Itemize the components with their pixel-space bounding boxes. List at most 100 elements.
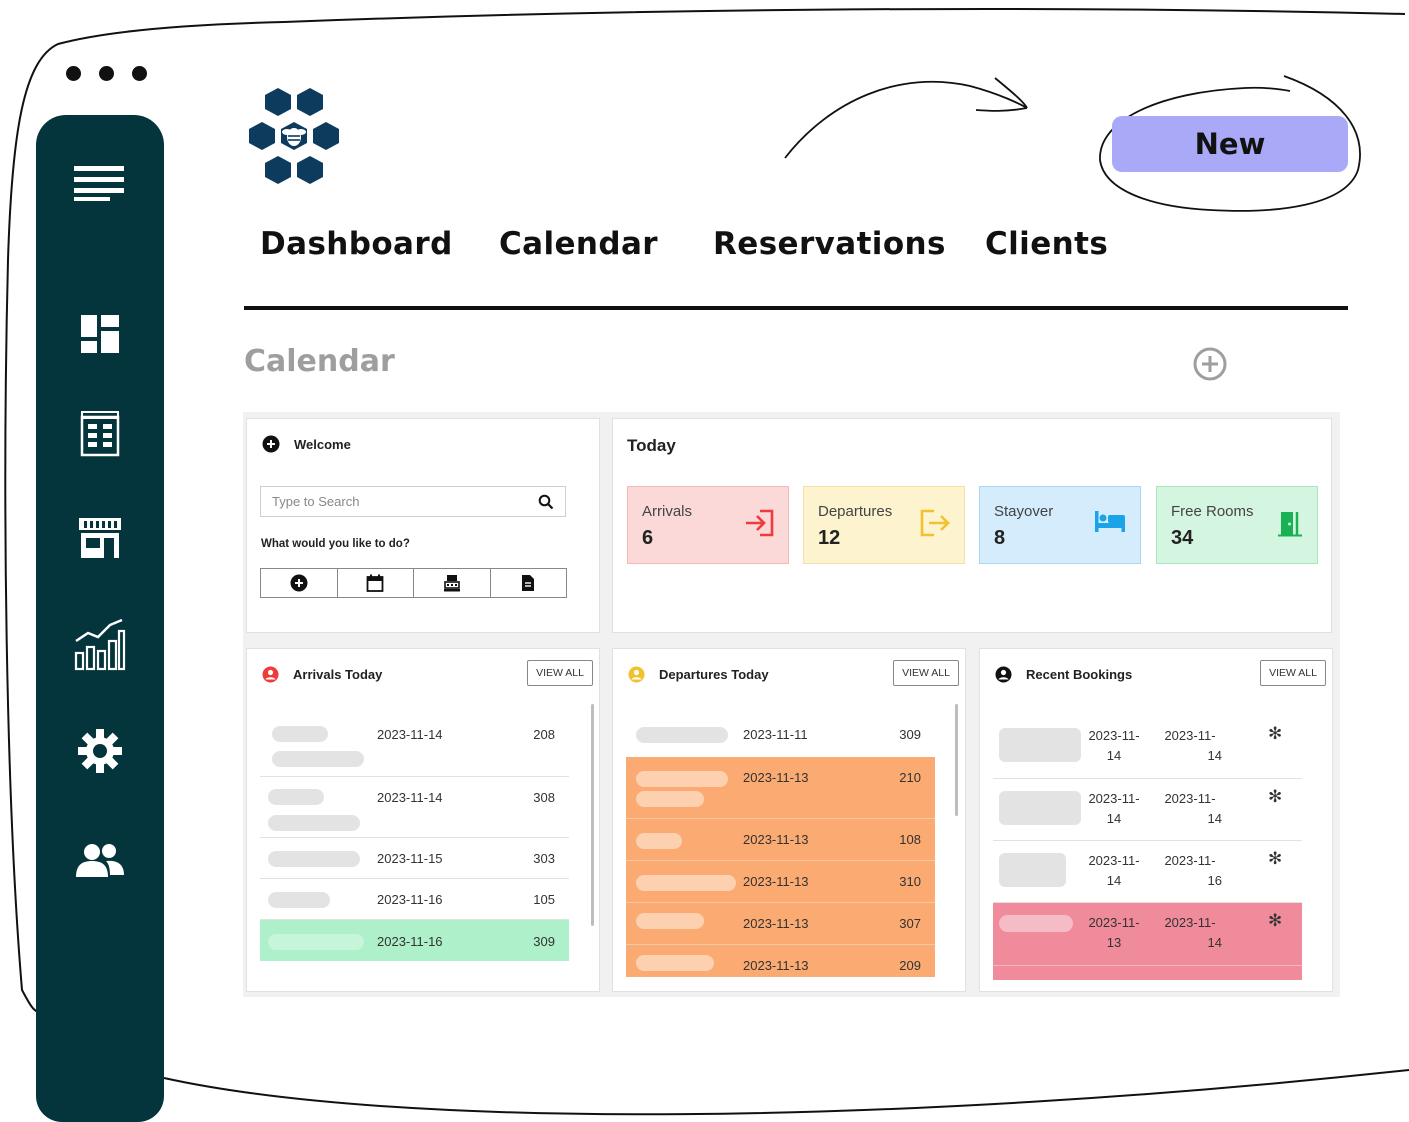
quick-calendar-button[interactable] bbox=[338, 569, 414, 597]
snowflake-icon[interactable]: ✻ bbox=[1268, 787, 1282, 807]
stat-stayover[interactable]: Stayover 8 bbox=[979, 486, 1141, 564]
nav-reservations[interactable]: Reservations bbox=[713, 226, 946, 262]
arrivals-row[interactable]: 2023-11-14 208 bbox=[260, 716, 569, 777]
date-part: 14 bbox=[1207, 935, 1222, 950]
date-part: 2023-11- bbox=[1164, 791, 1216, 806]
departures-row-highlighted[interactable]: 2023-11-13 210 bbox=[626, 757, 935, 819]
bed-icon bbox=[1095, 511, 1125, 532]
departures-row[interactable]: 2023-11-11 309 bbox=[626, 716, 935, 757]
arrival-date: 2023-11-15 bbox=[377, 851, 443, 866]
departure-date: 2023-11-13 bbox=[743, 770, 809, 785]
booking-row[interactable]: 2023-11- 14 2023-11- 16 ✻ bbox=[993, 841, 1302, 903]
sidebar bbox=[36, 115, 164, 1122]
stat-label: Departures bbox=[818, 503, 893, 520]
nav-divider bbox=[244, 306, 1348, 310]
booking-row-highlighted[interactable]: 2023-11- 13 2023-11- 14 ✻ bbox=[993, 903, 1302, 966]
settings-icon[interactable] bbox=[36, 729, 164, 773]
departures-row-highlighted[interactable]: 2023-11-13 108 bbox=[626, 819, 935, 861]
guest-name-redacted bbox=[999, 853, 1066, 887]
booking-from-date: 2023-11- 13 bbox=[1082, 913, 1146, 953]
bookings-view-all-button[interactable]: VIEW ALL bbox=[1260, 660, 1326, 686]
snowflake-icon[interactable]: ✻ bbox=[1268, 911, 1282, 931]
user-circle-icon bbox=[628, 666, 645, 683]
today-card: Today Arrivals 6 Departures 12 Stayover … bbox=[612, 418, 1332, 633]
guest-name-redacted bbox=[636, 791, 704, 807]
stat-label: Stayover bbox=[994, 503, 1054, 520]
snowflake-icon[interactable]: ✻ bbox=[1268, 849, 1282, 869]
arrivals-scrollbar[interactable] bbox=[591, 704, 594, 926]
todo-prompt: What would you like to do? bbox=[261, 538, 410, 550]
date-part: 2023-11- bbox=[1164, 728, 1216, 743]
booking-to-date: 2023-11- 14 bbox=[1158, 789, 1222, 829]
booking-row[interactable]: 2023-11- 14 2023-11- 14 ✻ bbox=[993, 716, 1302, 779]
stat-label: Free Rooms bbox=[1171, 503, 1254, 520]
arrivals-row-highlighted[interactable]: 2023-11-16 309 bbox=[260, 920, 569, 961]
guest-name-redacted bbox=[636, 727, 728, 743]
calendar-icon bbox=[366, 574, 384, 592]
room-number: 210 bbox=[899, 770, 921, 785]
arrivals-row[interactable]: 2023-11-14 308 bbox=[260, 777, 569, 838]
date-part: 13 bbox=[1106, 935, 1122, 950]
door-icon bbox=[1278, 512, 1302, 537]
room-number: 310 bbox=[899, 874, 921, 889]
arrivals-card: Arrivals Today VIEW ALL 2023-11-14 208 2… bbox=[246, 648, 600, 992]
stat-free-rooms[interactable]: Free Rooms 34 bbox=[1156, 486, 1318, 564]
arrivals-list: 2023-11-14 208 2023-11-14 308 2023-11-15… bbox=[260, 716, 569, 961]
users-icon[interactable] bbox=[36, 843, 164, 877]
stat-arrivals[interactable]: Arrivals 6 bbox=[627, 486, 789, 564]
arrivals-row[interactable]: 2023-11-16 105 bbox=[260, 879, 569, 920]
logout-icon bbox=[920, 509, 950, 537]
booking-row[interactable]: 2023-11- 14 2023-11- 14 ✻ bbox=[993, 779, 1302, 841]
departure-date: 2023-11-13 bbox=[743, 832, 809, 847]
date-part: 14 bbox=[1106, 873, 1122, 888]
arrivals-view-all-button[interactable]: VIEW ALL bbox=[527, 660, 593, 686]
booking-row-highlighted[interactable] bbox=[993, 966, 1302, 980]
departures-row-highlighted[interactable]: 2023-11-13 209 bbox=[626, 945, 935, 977]
quick-add-button[interactable] bbox=[261, 569, 338, 597]
nav-dashboard[interactable]: Dashboard bbox=[260, 226, 453, 262]
guest-name-redacted bbox=[268, 851, 360, 867]
snowflake-icon[interactable]: ✻ bbox=[1268, 724, 1282, 744]
nav-clients[interactable]: Clients bbox=[985, 226, 1108, 262]
arrivals-row[interactable]: 2023-11-15 303 bbox=[260, 838, 569, 879]
dashboard-icon[interactable] bbox=[36, 315, 164, 353]
user-circle-icon bbox=[262, 666, 279, 683]
guest-name-redacted bbox=[999, 728, 1081, 762]
new-button[interactable]: New bbox=[1112, 116, 1348, 172]
nav-calendar[interactable]: Calendar bbox=[499, 226, 658, 262]
booking-to-date: 2023-11- 16 bbox=[1158, 851, 1222, 891]
stat-value: 12 bbox=[818, 527, 841, 549]
bookings-header: Recent Bookings bbox=[995, 666, 1132, 683]
departures-row-highlighted[interactable]: 2023-11-13 310 bbox=[626, 861, 935, 903]
departures-scrollbar[interactable] bbox=[955, 704, 958, 816]
departures-row-highlighted[interactable]: 2023-11-13 307 bbox=[626, 903, 935, 945]
date-part: 2023-11- bbox=[1088, 791, 1140, 806]
welcome-header: Welcome bbox=[262, 435, 351, 453]
search-input[interactable] bbox=[272, 494, 502, 509]
date-part: 14 bbox=[1207, 748, 1222, 763]
booking-from-date: 2023-11- 14 bbox=[1082, 851, 1146, 891]
add-circle-icon[interactable] bbox=[1192, 346, 1228, 387]
guest-name-redacted bbox=[999, 791, 1081, 825]
departure-date: 2023-11-13 bbox=[743, 916, 809, 931]
arrival-date: 2023-11-16 bbox=[377, 934, 443, 949]
stat-departures[interactable]: Departures 12 bbox=[803, 486, 965, 564]
building-icon[interactable] bbox=[36, 411, 164, 457]
search-icon[interactable] bbox=[538, 494, 554, 510]
quick-document-button[interactable] bbox=[491, 569, 567, 597]
guest-name-redacted bbox=[272, 726, 328, 742]
stat-value: 34 bbox=[1171, 527, 1194, 549]
guest-name-redacted bbox=[999, 915, 1073, 932]
departures-header: Departures Today bbox=[628, 666, 769, 683]
guest-name-redacted bbox=[268, 934, 364, 950]
search-box bbox=[260, 486, 566, 517]
arrivals-title: Arrivals Today bbox=[293, 667, 383, 682]
room-number: 307 bbox=[899, 916, 921, 931]
analytics-icon[interactable] bbox=[36, 617, 164, 671]
store-icon[interactable] bbox=[36, 517, 164, 559]
date-part: 14 bbox=[1207, 811, 1222, 826]
menu-icon[interactable] bbox=[36, 165, 164, 201]
quick-register-button[interactable] bbox=[414, 569, 491, 597]
booking-from-date: 2023-11- 14 bbox=[1082, 726, 1146, 766]
departures-view-all-button[interactable]: VIEW ALL bbox=[893, 660, 959, 686]
